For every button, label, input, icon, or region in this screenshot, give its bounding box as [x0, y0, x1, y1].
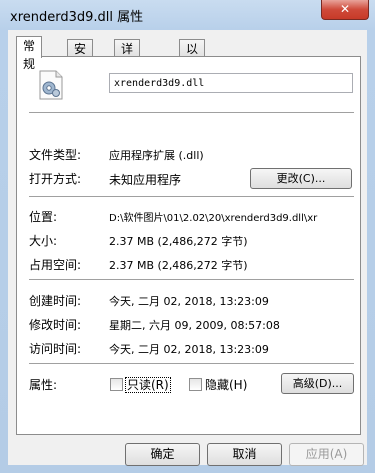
attributes-label: 属性:	[29, 378, 58, 392]
opens-with-value: 未知应用程序	[109, 173, 182, 187]
separator	[29, 279, 354, 281]
created-value: 今天, 二月 02, 2018, 13:23:09	[109, 295, 269, 308]
size-label: 大小:	[29, 234, 58, 248]
title-bar[interactable]: xrenderd3d9.dll 属性 ✕	[0, 0, 375, 28]
separator	[29, 363, 354, 365]
size-on-disk-value: 2.37 MB (2,486,272 字节)	[109, 259, 248, 272]
file-type-value: 应用程序扩展 (.dll)	[109, 149, 204, 162]
location-value: D:\软件图片\01\2.02\20\xrenderd3d9.dll\xr	[109, 213, 318, 224]
dll-gear-file-icon	[39, 70, 63, 100]
created-label: 创建时间:	[29, 294, 82, 308]
file-name-field[interactable]: xrenderd3d9.dll	[109, 73, 353, 93]
readonly-checkbox[interactable]	[110, 378, 123, 391]
file-type-label: 文件类型:	[29, 148, 82, 162]
general-panel: xrenderd3d9.dll 文件类型: 应用程序扩展 (.dll) 打开方式…	[16, 56, 361, 435]
apply-button[interactable]: 应用(A)	[289, 443, 364, 466]
readonly-label-text: 只读(R)	[125, 377, 171, 393]
cancel-button[interactable]: 取消	[207, 443, 282, 466]
close-button[interactable]: ✕	[321, 0, 369, 20]
separator	[29, 112, 354, 114]
opens-with-label: 打开方式:	[29, 172, 82, 186]
size-on-disk-label: 占用空间:	[29, 258, 82, 272]
change-button[interactable]: 更改(C)...	[250, 168, 352, 189]
separator	[29, 196, 354, 198]
readonly-checkbox-label[interactable]: 只读(R)	[125, 376, 171, 393]
accessed-label: 访问时间:	[29, 342, 82, 356]
size-value: 2.37 MB (2,486,272 字节)	[109, 235, 248, 248]
client-area: 常规 安全 详细信息 以前的版本 xrenderd3d9.dll 文件类型: 应…	[8, 30, 367, 466]
location-label: 位置:	[29, 210, 58, 224]
accessed-value: 今天, 二月 02, 2018, 13:23:09	[109, 343, 269, 356]
tab-general[interactable]: 常规	[16, 36, 43, 71]
ok-button[interactable]: 确定	[125, 443, 200, 466]
hidden-label[interactable]: 隐藏(H)	[205, 376, 247, 393]
hidden-checkbox[interactable]	[189, 378, 202, 391]
window-title: xrenderd3d9.dll 属性	[10, 10, 144, 25]
modified-value: 星期二, 六月 09, 2009, 08:57:08	[109, 319, 280, 332]
properties-window: xrenderd3d9.dll 属性 ✕ 常规 安全 详细信息 以前的版本 xr…	[0, 0, 375, 473]
modified-label: 修改时间:	[29, 318, 82, 332]
advanced-button[interactable]: 高级(D)...	[281, 373, 354, 394]
